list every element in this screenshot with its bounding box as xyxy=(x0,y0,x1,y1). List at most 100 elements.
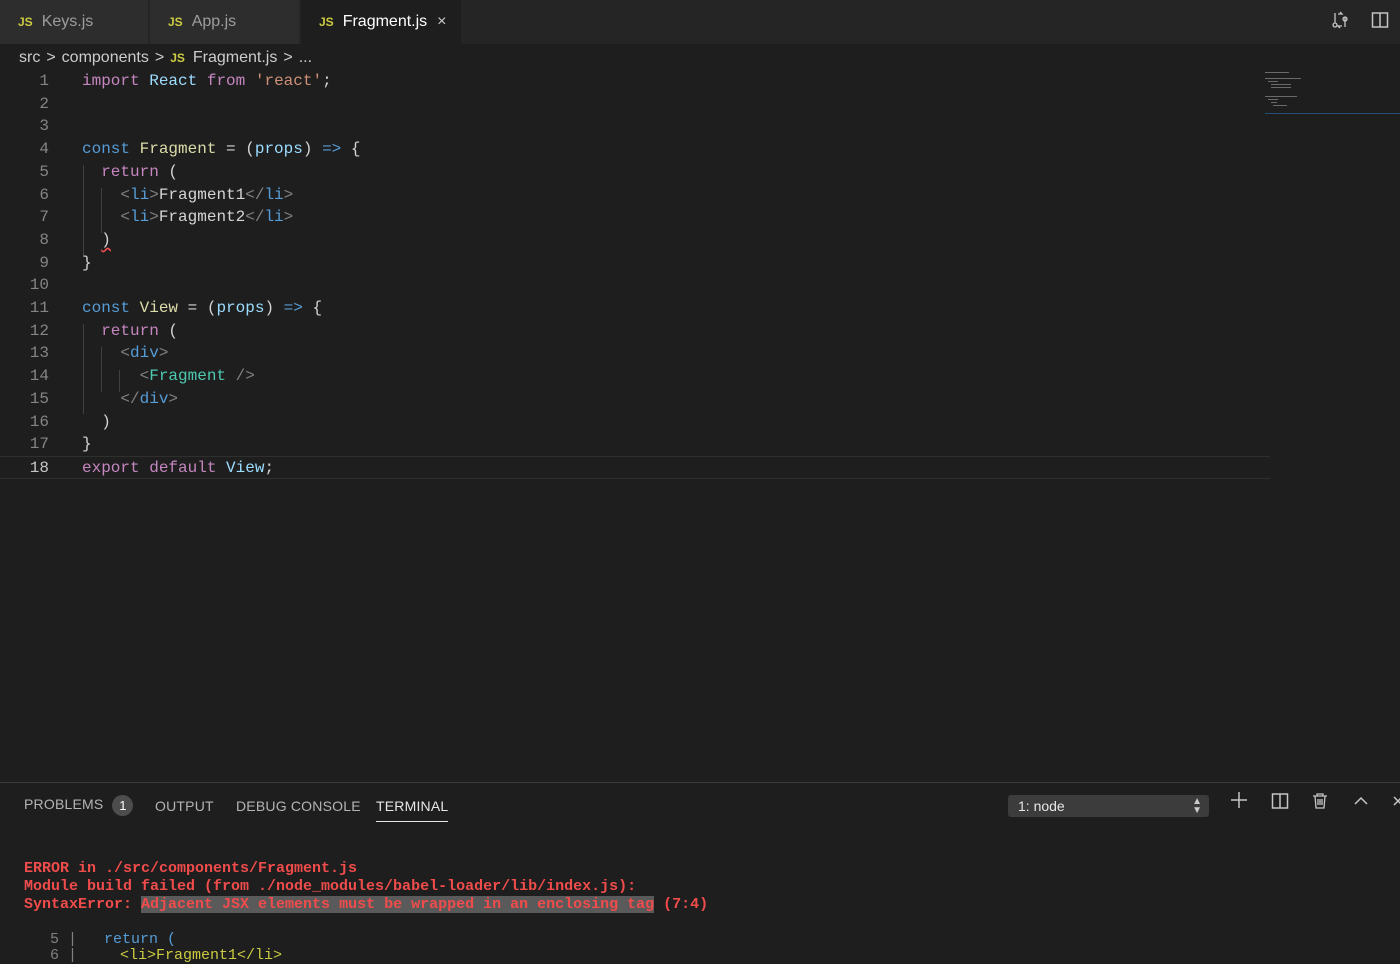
js-file-icon: JS xyxy=(168,15,183,29)
code-token: { xyxy=(312,299,323,317)
code-token: => xyxy=(283,299,303,317)
breadcrumb-components[interactable]: components xyxy=(62,49,149,67)
code-line-current: 18 export default View; xyxy=(0,455,1270,479)
code-token: => xyxy=(322,140,342,159)
tab-output[interactable]: OUTPUT xyxy=(155,798,214,814)
tab-label: App.js xyxy=(191,13,237,30)
code-line: 6 <li>Fragment1</li> xyxy=(0,184,1270,207)
breadcrumb-src[interactable]: src xyxy=(19,49,40,67)
tab-problems[interactable]: PROBLEMS 1 xyxy=(24,795,134,816)
code-line: 11 const View = (props) => { xyxy=(0,297,1270,320)
code-line: 16 ) xyxy=(0,411,1270,434)
code-token: 'react' xyxy=(254,72,323,90)
code-token: < xyxy=(120,208,131,227)
chevron-right-icon: > xyxy=(283,49,293,66)
line-number: 13 xyxy=(29,344,49,363)
line-number: 17 xyxy=(29,435,49,454)
split-editor-icon[interactable] xyxy=(1360,11,1400,34)
code-line: 13 <div> xyxy=(0,342,1270,365)
code-token: > xyxy=(158,344,169,363)
minimap-line xyxy=(1265,96,1297,97)
code-line: 15 </div> xyxy=(0,388,1270,411)
code-token: } xyxy=(82,435,92,454)
tab-keys-js[interactable]: JS Keys.js xyxy=(0,0,149,44)
minimap[interactable] xyxy=(1265,70,1400,120)
add-terminal-icon[interactable] xyxy=(1229,790,1249,816)
code-token: ( xyxy=(168,321,179,340)
snippet-line-number: 5 | xyxy=(50,931,78,948)
minimap-line xyxy=(1271,87,1291,88)
snippet-code-text: <li>Fragment1</li> xyxy=(120,947,283,964)
code-line: 3 xyxy=(0,115,1270,138)
code-token: > xyxy=(149,208,159,227)
code-token: from xyxy=(206,72,246,90)
tab-fragment-js[interactable]: JS Fragment.js × xyxy=(301,0,462,44)
code-token: < xyxy=(120,185,131,204)
tab-label: PROBLEMS xyxy=(24,796,104,813)
code-token: ( xyxy=(168,162,179,181)
tab-bar: JS Keys.js JS App.js JS Fragment.js × xyxy=(0,0,1400,44)
code-token: li xyxy=(130,208,150,227)
terminal-select-value: 1: node xyxy=(1018,798,1065,814)
code-token: li xyxy=(264,208,284,227)
code-line: 8 ) xyxy=(0,229,1270,252)
close-icon[interactable]: × xyxy=(437,13,446,31)
tab-app-js[interactable]: JS App.js xyxy=(150,0,300,44)
code-editor[interactable]: 1 import React from 'react'; 2 3 4 const… xyxy=(0,70,1270,480)
code-token: > xyxy=(283,208,294,227)
snippet-code-text: return ( xyxy=(104,931,177,948)
code-token: = ( xyxy=(216,140,255,159)
code-line: 2 xyxy=(0,93,1270,116)
code-token: </ xyxy=(120,389,140,408)
code-token: export xyxy=(82,458,140,477)
js-file-icon: JS xyxy=(170,51,185,65)
error-position: (7:4) xyxy=(654,896,709,913)
code-line: 5 return ( xyxy=(0,161,1270,184)
line-number: 18 xyxy=(29,458,49,477)
line-number: 2 xyxy=(39,94,49,113)
breadcrumb-file[interactable]: Fragment.js xyxy=(193,49,277,67)
code-line: 4 const Fragment = (props) => { xyxy=(0,138,1270,161)
line-number: 8 xyxy=(39,230,49,249)
code-token: Fragment xyxy=(139,140,217,159)
tab-label: Keys.js xyxy=(41,13,94,30)
code-token: View xyxy=(226,458,265,477)
minimap-line xyxy=(1271,84,1291,85)
close-panel-icon[interactable] xyxy=(1392,792,1400,816)
code-token: Fragment1 xyxy=(158,185,246,204)
code-token: } xyxy=(82,253,92,272)
chevron-right-icon: > xyxy=(46,49,56,66)
line-number: 6 xyxy=(39,185,49,204)
trash-icon[interactable] xyxy=(1311,792,1329,816)
terminal-error-line: SyntaxError: Adjacent JSX elements must … xyxy=(24,896,708,913)
compare-changes-icon[interactable] xyxy=(1320,11,1360,34)
code-token: ; xyxy=(322,72,332,90)
snippet-code: return ( xyxy=(104,931,176,948)
tab-terminal[interactable]: TERMINAL xyxy=(376,798,449,822)
tab-debug-console[interactable]: DEBUG CONSOLE xyxy=(236,798,361,814)
error-squiggle[interactable]: ) xyxy=(101,231,111,249)
minimap-line xyxy=(1273,105,1287,106)
code-token: > xyxy=(168,389,179,408)
js-file-icon: JS xyxy=(319,15,334,29)
code-line: 9 } xyxy=(0,252,1270,275)
terminal-select[interactable]: 1: node ▲ ▼ xyxy=(1008,795,1209,817)
minimap-line xyxy=(1265,78,1301,79)
tab-label: Fragment.js xyxy=(342,13,428,30)
code-token: React xyxy=(149,72,198,90)
code-token: > xyxy=(149,185,159,204)
chevron-right-icon: > xyxy=(154,49,165,66)
maximize-panel-icon[interactable] xyxy=(1352,792,1370,816)
code-token: li xyxy=(130,185,150,204)
error-message: Adjacent JSX elements must be wrapped in… xyxy=(141,896,655,913)
code-token: ) xyxy=(302,140,313,159)
split-terminal-icon[interactable] xyxy=(1271,792,1289,816)
line-number: 9 xyxy=(39,253,49,272)
code-token: ; xyxy=(264,458,275,477)
breadcrumb-more[interactable]: ... xyxy=(299,49,312,67)
line-number: 12 xyxy=(29,321,49,340)
code-token: ) xyxy=(264,299,275,317)
js-file-icon: JS xyxy=(18,15,33,29)
terminal-error-line: Module build failed (from ./node_modules… xyxy=(24,878,637,895)
problems-count-badge: 1 xyxy=(112,795,134,816)
